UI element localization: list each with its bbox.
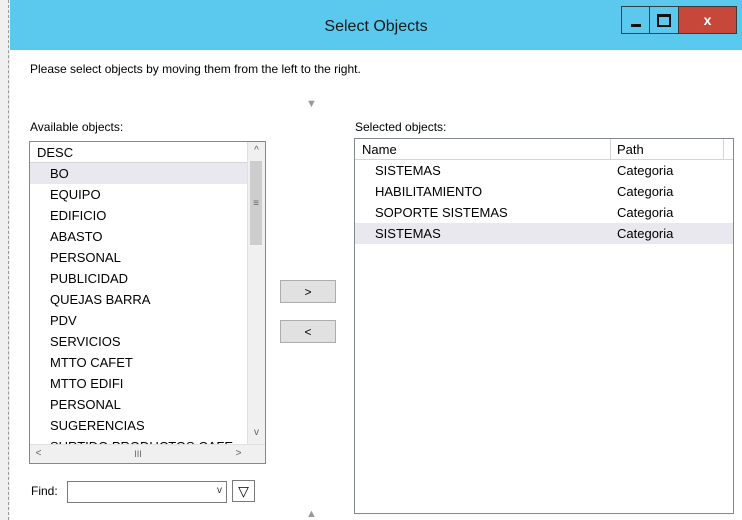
list-item[interactable]: MTTO CAFET: [30, 352, 248, 373]
item-label: EQUIPO: [50, 187, 101, 202]
scroll-down-icon[interactable]: v: [248, 424, 265, 441]
scroll-up-icon[interactable]: ^: [248, 142, 265, 159]
list-item[interactable]: PDV: [30, 310, 248, 331]
red-cube-icon: [34, 419, 47, 432]
available-header[interactable]: DESC: [30, 142, 248, 163]
list-item[interactable]: MTTO EDIFI: [30, 373, 248, 394]
item-label: EDIFICIO: [50, 208, 107, 223]
maximize-icon: [657, 13, 671, 27]
row-name: HABILITAMIENTO: [375, 184, 483, 199]
minimize-button[interactable]: [621, 6, 650, 34]
list-item[interactable]: SUGERENCIAS: [30, 415, 248, 436]
title-bar[interactable]: Select Objects x: [10, 0, 742, 50]
table-row[interactable]: SOPORTE SISTEMAS Categoria: [355, 202, 733, 223]
row-path: Categoria: [617, 184, 674, 199]
table-row[interactable]: HABILITAMIENTO Categoria: [355, 181, 733, 202]
red-cube-icon: [34, 356, 47, 369]
item-label: MTTO CAFET: [50, 355, 133, 370]
red-cube-icon: [359, 206, 372, 219]
path-column-header[interactable]: Path: [617, 142, 644, 157]
list-item[interactable]: ABASTO: [30, 226, 248, 247]
item-label: QUEJAS BARRA: [50, 292, 151, 307]
red-cube-icon: [34, 167, 47, 180]
h-scroll-thumb[interactable]: III: [48, 447, 228, 460]
maximize-button[interactable]: [650, 6, 679, 34]
red-cube-icon: [34, 272, 47, 285]
red-cube-icon: [34, 188, 47, 201]
find-combobox[interactable]: v: [67, 481, 227, 503]
row-name: SOPORTE SISTEMAS: [375, 205, 508, 220]
item-label: ABASTO: [50, 229, 103, 244]
list-item[interactable]: PERSONAL: [30, 247, 248, 268]
name-column-header[interactable]: Name: [362, 142, 397, 157]
horizontal-scrollbar[interactable]: < III >: [30, 444, 265, 463]
item-label: BO: [50, 166, 69, 181]
row-name: SISTEMAS: [375, 226, 441, 241]
add-button[interactable]: >: [280, 280, 336, 303]
item-label: PERSONAL: [50, 250, 121, 265]
red-cube-icon: [34, 293, 47, 306]
scroll-left-icon[interactable]: <: [30, 445, 47, 462]
red-cube-icon: [34, 251, 47, 264]
select-objects-window: Select Objects x Please select objects b…: [0, 0, 742, 520]
list-item[interactable]: EDIFICIO: [30, 205, 248, 226]
list-item[interactable]: BO: [30, 163, 248, 184]
item-label: SERVICIOS: [50, 334, 121, 349]
row-path: Categoria: [617, 226, 674, 241]
dialog-content: Please select objects by moving them fro…: [10, 50, 742, 520]
vertical-scrollbar[interactable]: ^ ≡ v: [247, 142, 265, 445]
selected-header[interactable]: Name Path: [355, 139, 733, 160]
available-objects-list[interactable]: DESC BO EQUIPO EDIFICIO ABASTO PERSONAL PUBLI…: [29, 141, 266, 464]
scroll-thumb[interactable]: ≡: [250, 161, 262, 245]
filter-button[interactable]: ▽: [232, 480, 255, 502]
red-cube-icon: [34, 209, 47, 222]
red-cube-icon: [359, 185, 372, 198]
table-row[interactable]: SISTEMAS Categoria: [355, 223, 733, 244]
splitter-down-icon: ▼: [306, 98, 317, 110]
scroll-right-icon[interactable]: >: [230, 445, 247, 462]
selected-objects-label: Selected objects:: [355, 120, 447, 134]
list-item[interactable]: QUEJAS BARRA: [30, 289, 248, 310]
filter-icon: ▽: [238, 482, 249, 499]
remove-button[interactable]: <: [280, 320, 336, 343]
item-label: SUGERENCIAS: [50, 418, 145, 433]
red-cube-icon: [359, 227, 372, 240]
column-separator[interactable]: [610, 139, 611, 160]
splitter-up-icon: ▲: [306, 508, 317, 520]
table-row[interactable]: SISTEMAS Categoria: [355, 160, 733, 181]
list-item[interactable]: EQUIPO: [30, 184, 248, 205]
minimize-icon: [630, 23, 641, 27]
red-cube-icon: [34, 398, 47, 411]
list-item[interactable]: PUBLICIDAD: [30, 268, 248, 289]
h-grip-icon: III: [134, 448, 142, 459]
desc-column-header[interactable]: DESC: [37, 145, 73, 160]
close-icon: x: [703, 12, 712, 28]
list-item[interactable]: SERVICIOS: [30, 331, 248, 352]
red-cube-icon: [34, 314, 47, 327]
row-path: Categoria: [617, 205, 674, 220]
item-label: PDV: [50, 313, 77, 328]
row-name: SISTEMAS: [375, 163, 441, 178]
available-objects-label: Available objects:: [30, 120, 124, 134]
red-cube-icon: [34, 335, 47, 348]
column-separator[interactable]: [723, 139, 724, 160]
item-label: PUBLICIDAD: [50, 271, 129, 286]
item-label: MTTO EDIFI: [50, 376, 124, 391]
item-label: PERSONAL: [50, 397, 121, 412]
row-path: Categoria: [617, 163, 674, 178]
instruction-text: Please select objects by moving them fro…: [30, 62, 361, 76]
chevron-down-icon[interactable]: v: [217, 485, 222, 496]
red-cube-icon: [359, 164, 372, 177]
list-item[interactable]: PERSONAL: [30, 394, 248, 415]
selected-objects-list[interactable]: Name Path SISTEMAS Categoria HABILITAMIENT…: [354, 138, 734, 514]
grip-icon: ≡: [253, 197, 259, 209]
find-label: Find:: [31, 484, 58, 498]
red-cube-icon: [34, 230, 47, 243]
red-cube-icon: [34, 377, 47, 390]
close-button[interactable]: x: [679, 6, 737, 34]
